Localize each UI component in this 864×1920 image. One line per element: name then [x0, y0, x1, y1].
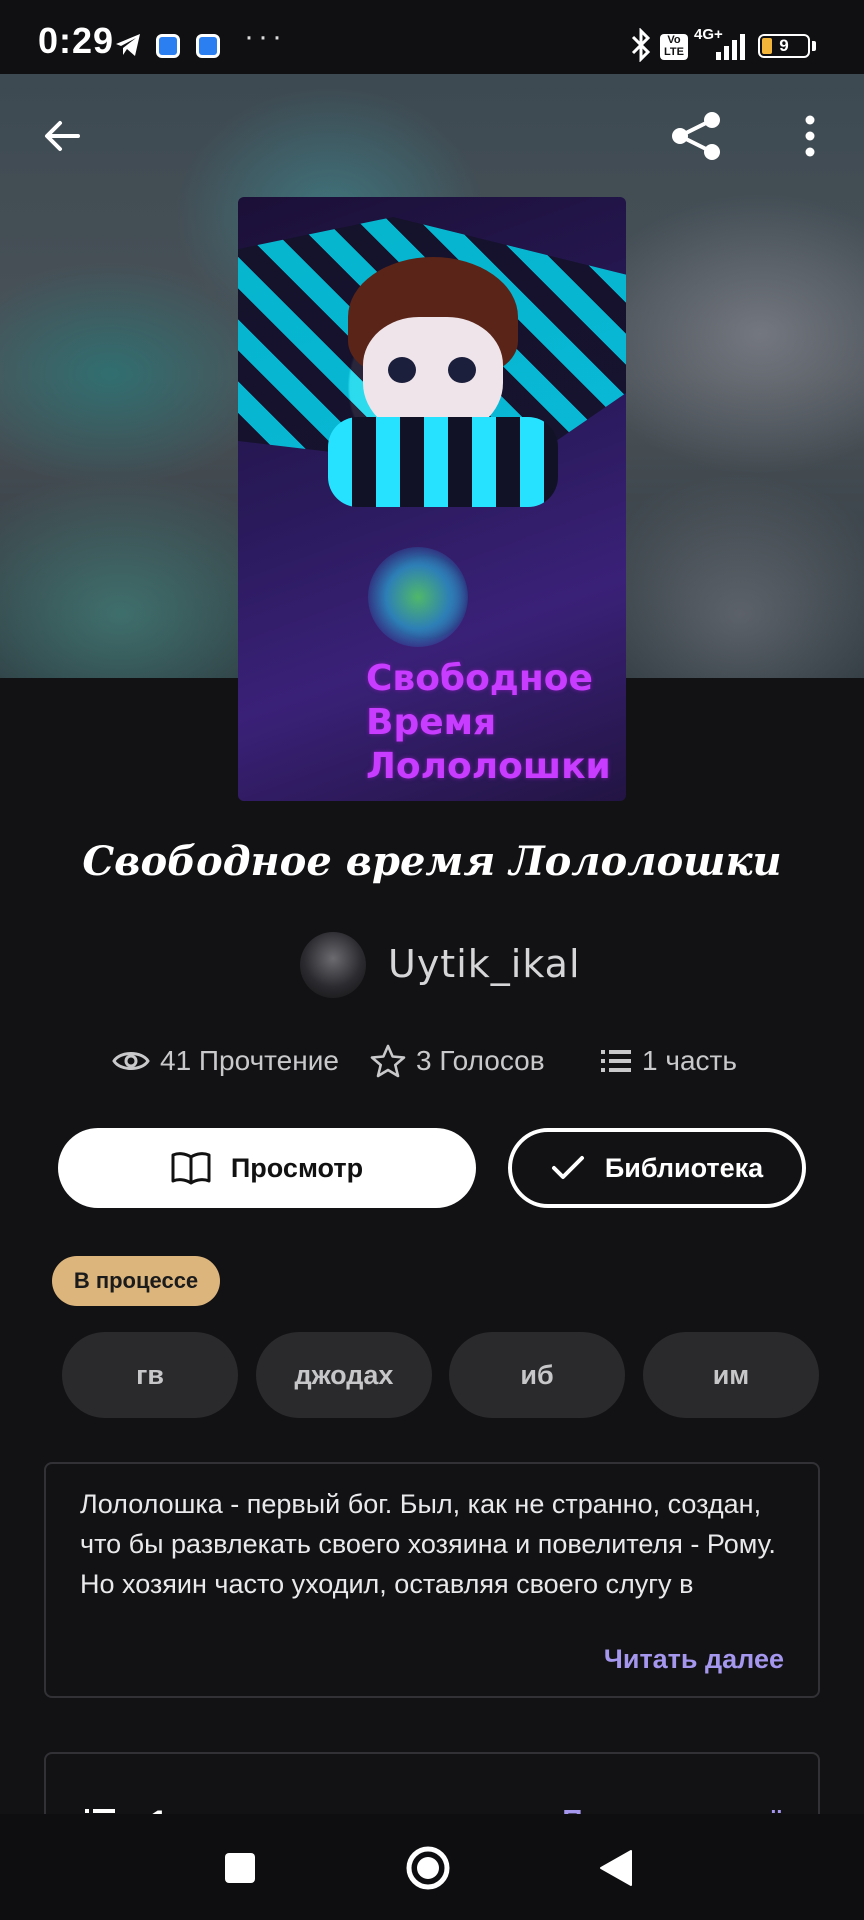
- more-options-button[interactable]: [798, 112, 822, 160]
- home-circle-icon: [406, 1846, 450, 1890]
- story-stats: 41 Прочтение 3 Голосов 1 часть: [0, 1036, 864, 1086]
- cover-title-text: Свободное Время Лололошки: [366, 658, 611, 787]
- read-more-link[interactable]: Читать далее: [604, 1644, 784, 1675]
- list-icon: [601, 1050, 631, 1072]
- library-button-label: Библиотека: [604, 1152, 764, 1183]
- signal-icon: [716, 34, 745, 60]
- app-notification-icon: [156, 34, 180, 58]
- triangle-back-icon: [600, 1850, 632, 1886]
- library-button[interactable]: Библиотека: [508, 1128, 806, 1208]
- tag-chip[interactable]: джодах: [256, 1332, 432, 1418]
- battery-level: 9: [779, 36, 789, 55]
- reads-count: 41 Прочтение: [160, 1045, 339, 1076]
- more-notifications-icon: ···: [244, 20, 286, 53]
- votes-stat: 3 Голосов: [370, 1036, 545, 1086]
- description-card: Лололошка - первый бог. Был, как не стра…: [44, 1462, 820, 1698]
- read-button-label: Просмотр: [230, 1152, 364, 1183]
- eye-icon: [112, 1052, 150, 1070]
- read-button[interactable]: Просмотр: [58, 1128, 476, 1208]
- author-name[interactable]: Uytik_ikal: [388, 942, 581, 986]
- parts-count: 1 часть: [642, 1045, 737, 1076]
- telegram-icon: [116, 34, 140, 56]
- status-time: 0:29: [38, 20, 115, 61]
- back-nav-button[interactable]: [590, 1842, 642, 1894]
- description-text: Лололошка - первый бог. Был, как не стра…: [80, 1489, 776, 1599]
- parts-stat: 1 часть: [600, 1036, 737, 1086]
- story-cover[interactable]: Свободное Время Лололошки: [238, 197, 626, 801]
- bluetooth-icon: [631, 28, 651, 62]
- status-badge: В процессе: [52, 1256, 220, 1306]
- home-button[interactable]: [402, 1842, 454, 1894]
- app-notification-icon: [196, 34, 220, 58]
- author-avatar[interactable]: [300, 932, 366, 998]
- reads-stat: 41 Прочтение: [112, 1036, 339, 1086]
- volte-icon: Vo LTE: [660, 34, 688, 60]
- recents-button[interactable]: [214, 1842, 266, 1894]
- story-title: Свободное время Лололошки: [82, 838, 782, 885]
- battery-tip: [812, 41, 816, 51]
- tag-chip[interactable]: гв: [62, 1332, 238, 1418]
- share-button[interactable]: [668, 110, 724, 162]
- tag-chip[interactable]: им: [643, 1332, 819, 1418]
- battery-icon: 9: [758, 34, 810, 58]
- star-icon: [370, 1044, 406, 1078]
- tag-chip[interactable]: иб: [449, 1332, 625, 1418]
- back-button[interactable]: [38, 112, 86, 160]
- check-icon: [551, 1156, 584, 1179]
- square-icon: [225, 1853, 255, 1883]
- votes-count: 3 Голосов: [416, 1045, 545, 1076]
- book-icon: [171, 1152, 211, 1185]
